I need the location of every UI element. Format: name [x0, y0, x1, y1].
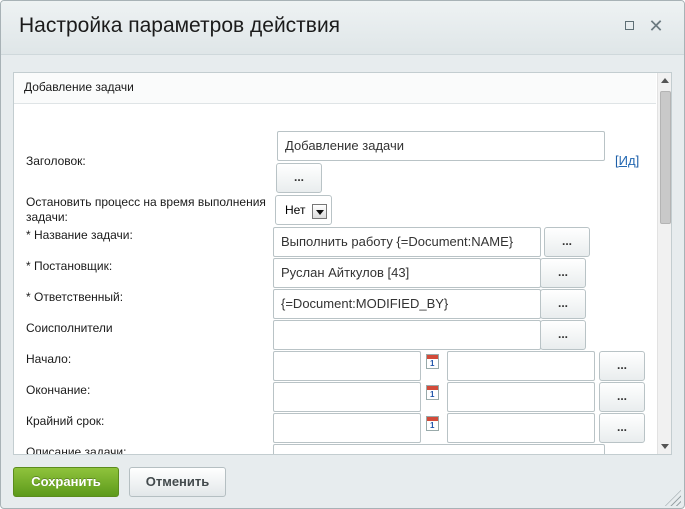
- stop-process-label: Остановить процесс на время выполнения з…: [26, 195, 266, 224]
- calendar-icon[interactable]: 1: [426, 416, 439, 431]
- title-input[interactable]: Добавление задачи: [277, 131, 605, 161]
- close-icon[interactable]: ✕: [647, 17, 665, 35]
- description-textarea[interactable]: [273, 444, 605, 454]
- start-date-input[interactable]: [273, 351, 421, 381]
- section-header: Добавление задачи: [14, 73, 656, 104]
- title-bar[interactable]: Настройка параметров действия ✕: [1, 1, 684, 55]
- responsible-input[interactable]: {=Document:MODIFIED_BY}: [273, 289, 541, 319]
- creator-dots-button[interactable]: ...: [540, 258, 586, 288]
- form-panel: Добавление задачи Заголовок: Добавление …: [13, 72, 672, 455]
- responsible-label: * Ответственный:: [26, 290, 124, 304]
- scroll-up-icon[interactable]: [661, 78, 669, 83]
- creator-label: * Постановщик:: [26, 259, 113, 273]
- title-label: Заголовок:: [26, 154, 86, 168]
- deadline-dots-button[interactable]: ...: [599, 413, 645, 443]
- accomplices-dots-button[interactable]: ...: [540, 320, 586, 350]
- start-dots-button[interactable]: ...: [599, 351, 645, 381]
- dialog-title: Настройка параметров действия: [19, 14, 341, 37]
- start-time-input[interactable]: [447, 351, 595, 381]
- title-dots-button[interactable]: ...: [276, 163, 322, 193]
- start-label: Начало:: [26, 352, 72, 366]
- accomplices-label: Соисполнители: [26, 321, 113, 335]
- end-date-input[interactable]: [273, 382, 421, 412]
- end-label: Окончание:: [26, 383, 91, 397]
- scrollbar[interactable]: [657, 73, 671, 454]
- save-button[interactable]: Сохранить: [13, 467, 119, 497]
- title-id-link[interactable]: [Ид]: [615, 153, 639, 168]
- stop-process-select[interactable]: Нет: [275, 195, 332, 225]
- deadline-date-input[interactable]: [273, 413, 421, 443]
- responsible-dots-button[interactable]: ...: [540, 289, 586, 319]
- maximize-icon[interactable]: [620, 17, 638, 35]
- task-name-input[interactable]: Выполнить работу {=Document:NAME}: [273, 227, 541, 257]
- resize-grip-icon[interactable]: [665, 490, 681, 506]
- task-name-dots-button[interactable]: ...: [544, 227, 590, 257]
- deadline-time-input[interactable]: [447, 413, 595, 443]
- chevron-down-icon[interactable]: [312, 204, 327, 219]
- deadline-label: Крайний срок:: [26, 414, 105, 428]
- calendar-icon[interactable]: 1: [426, 354, 439, 369]
- task-name-label: * Название задачи:: [26, 228, 133, 242]
- scrollbar-thumb[interactable]: [660, 91, 671, 224]
- section-title: Добавление задачи: [24, 80, 134, 94]
- end-dots-button[interactable]: ...: [599, 382, 645, 412]
- end-time-input[interactable]: [447, 382, 595, 412]
- description-label: Описание задачи:: [26, 445, 127, 455]
- dialog: Настройка параметров действия ✕ Добавлен…: [0, 0, 685, 509]
- cancel-button[interactable]: Отменить: [129, 467, 226, 497]
- accomplices-input[interactable]: [273, 320, 541, 350]
- stop-process-value: Нет: [285, 203, 306, 217]
- creator-input[interactable]: Руслан Айткулов [43]: [273, 258, 541, 288]
- calendar-icon[interactable]: 1: [426, 385, 439, 400]
- scroll-down-icon[interactable]: [661, 444, 669, 449]
